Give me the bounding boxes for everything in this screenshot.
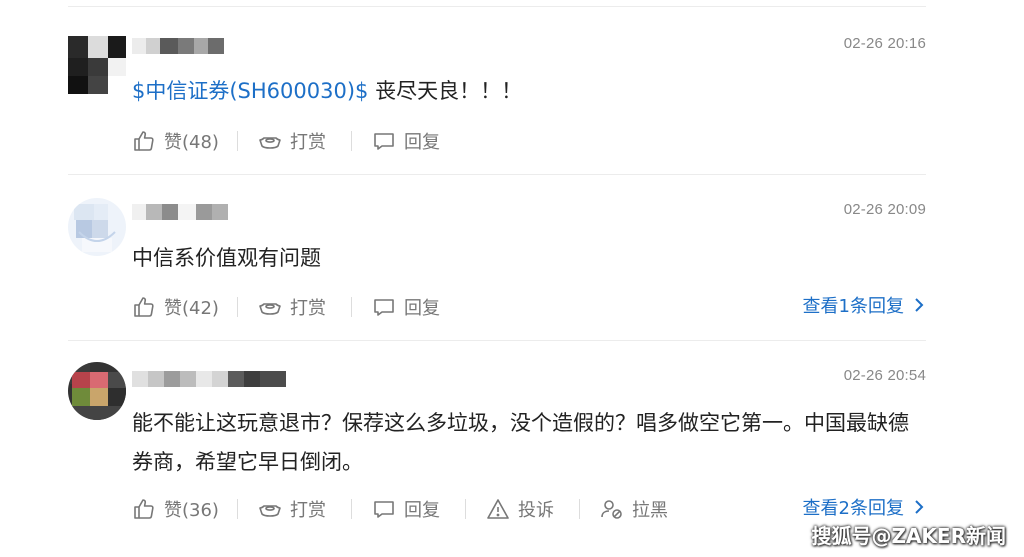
view-replies-label: 查看1条回复 bbox=[802, 296, 904, 317]
comment-timestamp: 02-26 20:16 bbox=[843, 35, 926, 52]
username-redacted[interactable] bbox=[132, 204, 228, 220]
tip-label: 打赏 bbox=[290, 132, 326, 153]
like-button[interactable]: 赞(48) bbox=[132, 126, 219, 156]
tip-button[interactable]: 打赏 bbox=[258, 494, 326, 524]
view-replies-link[interactable]: 查看1条回复 bbox=[803, 290, 926, 320]
username-redacted[interactable] bbox=[132, 371, 286, 387]
comment-text: 能不能让这玩意退市？保荐这么多垃圾，没个造假的？唱多做空它第一。中国最缺德券商，… bbox=[132, 411, 909, 474]
thumbs-up-icon bbox=[134, 297, 154, 317]
action-separator bbox=[237, 131, 238, 151]
comment-timestamp: 02-26 20:54 bbox=[843, 367, 926, 384]
view-replies-label: 查看2条回复 bbox=[802, 498, 904, 519]
speech-bubble-icon bbox=[374, 299, 394, 316]
action-separator bbox=[351, 499, 352, 519]
tip-button[interactable]: 打赏 bbox=[258, 292, 326, 322]
speech-bubble-icon bbox=[374, 133, 394, 150]
comment-content: $中信证券(SH600030)$ 丧尽天良！！！ bbox=[132, 72, 922, 111]
comment-divider bbox=[68, 174, 926, 175]
chevron-right-icon bbox=[915, 500, 924, 514]
like-button[interactable]: 赞(42) bbox=[132, 292, 219, 322]
speech-bubble-icon bbox=[374, 501, 394, 518]
comment-actions: 赞(36) 打赏 回复 投诉 拉黑 bbox=[132, 494, 692, 524]
thumbs-up-icon bbox=[134, 499, 154, 519]
comment-text: 丧尽天良！！！ bbox=[368, 79, 523, 103]
report-button[interactable]: 投诉 bbox=[486, 494, 554, 524]
reply-button[interactable]: 回复 bbox=[372, 494, 440, 524]
reply-button[interactable]: 回复 bbox=[372, 292, 440, 322]
stock-link[interactable]: $中信证券(SH600030)$ bbox=[132, 79, 368, 103]
like-count: 赞(36) bbox=[164, 500, 219, 521]
view-replies-link[interactable]: 查看2条回复 bbox=[803, 492, 926, 522]
action-separator bbox=[351, 297, 352, 317]
avatar[interactable] bbox=[68, 362, 126, 420]
report-label: 投诉 bbox=[518, 500, 554, 521]
reply-label: 回复 bbox=[404, 132, 440, 153]
action-separator bbox=[351, 131, 352, 151]
gold-ingot-icon bbox=[259, 505, 281, 517]
comment-content: 能不能让这玩意退市？保荐这么多垃圾，没个造假的？唱多做空它第一。中国最缺德券商，… bbox=[132, 404, 922, 482]
like-count: 赞(48) bbox=[164, 132, 219, 153]
like-count: 赞(42) bbox=[164, 298, 219, 319]
reply-label: 回复 bbox=[404, 500, 440, 521]
gold-ingot-icon bbox=[259, 137, 281, 149]
action-separator bbox=[579, 499, 580, 519]
reply-label: 回复 bbox=[404, 298, 440, 319]
tip-button[interactable]: 打赏 bbox=[258, 126, 326, 156]
warning-triangle-icon bbox=[487, 499, 509, 519]
avatar[interactable] bbox=[68, 198, 126, 256]
gold-ingot-icon bbox=[259, 303, 281, 315]
action-separator bbox=[237, 297, 238, 317]
username-redacted[interactable] bbox=[132, 38, 224, 54]
comment-timestamp: 02-26 20:09 bbox=[843, 201, 926, 218]
tip-label: 打赏 bbox=[290, 500, 326, 521]
block-button[interactable]: 拉黑 bbox=[600, 494, 668, 524]
action-separator bbox=[465, 499, 466, 519]
reply-button[interactable]: 回复 bbox=[372, 126, 440, 156]
comment-content: 中信系价值观有问题 bbox=[132, 239, 922, 278]
avatar[interactable] bbox=[68, 36, 126, 94]
comment-text: 中信系价值观有问题 bbox=[132, 246, 321, 270]
like-button[interactable]: 赞(36) bbox=[132, 494, 219, 524]
tip-label: 打赏 bbox=[290, 298, 326, 319]
top-divider bbox=[68, 6, 926, 7]
user-block-icon bbox=[601, 500, 622, 519]
comment-actions: 赞(42) 打赏 回复 bbox=[132, 292, 532, 322]
watermark: 搜狐号@ZAKER新闻 bbox=[811, 524, 1006, 548]
comment-actions: 赞(48) 打赏 回复 bbox=[132, 126, 532, 156]
comment-divider bbox=[68, 340, 926, 341]
chevron-right-icon bbox=[915, 298, 924, 312]
thumbs-up-icon bbox=[134, 131, 154, 151]
action-separator bbox=[237, 499, 238, 519]
block-label: 拉黑 bbox=[632, 500, 668, 521]
